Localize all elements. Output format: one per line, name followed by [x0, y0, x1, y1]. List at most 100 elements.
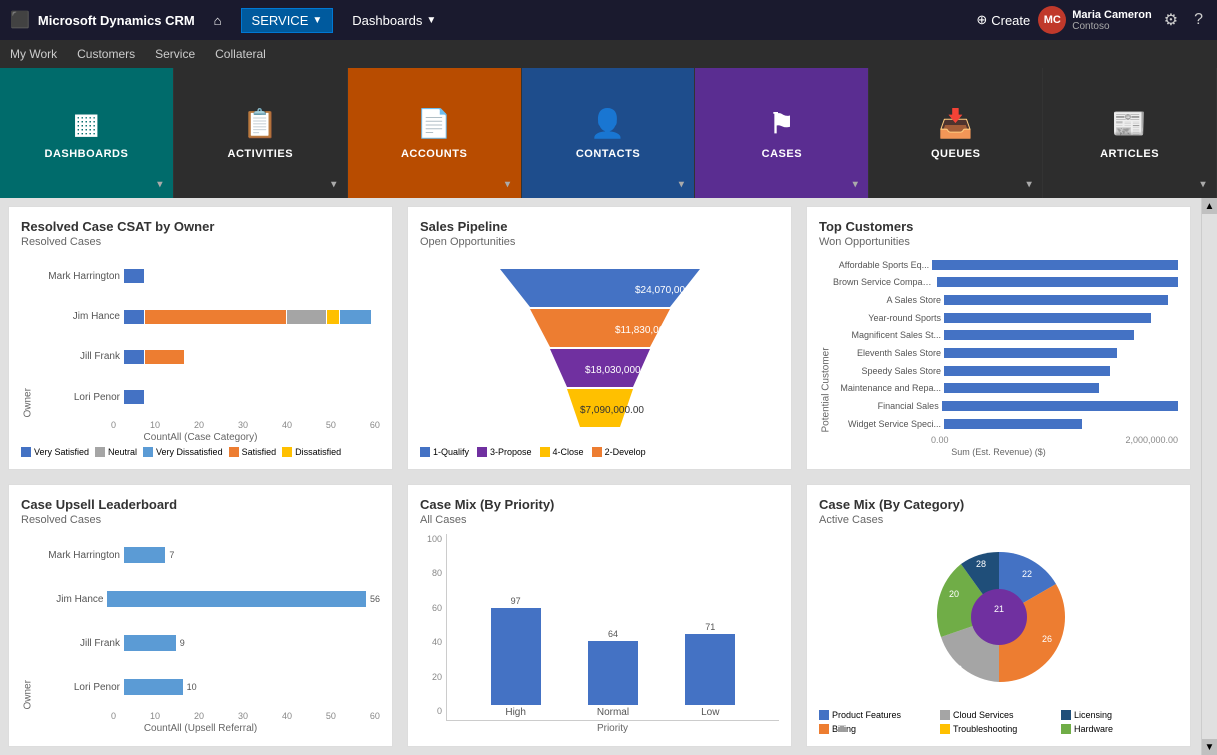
- queues-tile-label: QUEUES: [931, 148, 980, 160]
- scroll-up-button[interactable]: ▲: [1202, 198, 1217, 214]
- chart4-subtitle: Resolved Cases: [21, 514, 380, 526]
- bar-normal: [588, 641, 638, 705]
- chart3-subtitle: Won Opportunities: [819, 236, 1178, 248]
- help-icon[interactable]: ?: [1190, 11, 1207, 29]
- cases-tile-label: CASES: [762, 148, 802, 160]
- svg-text:21: 21: [993, 604, 1003, 614]
- service-nav-button[interactable]: SERVICE ▼: [241, 8, 334, 33]
- chart1-xlabel: CountAll (Case Category): [21, 432, 380, 443]
- tile-contacts[interactable]: 👤 CONTACTS ▾: [522, 68, 696, 198]
- chart1-row-jim: Jim Hance: [35, 310, 380, 324]
- chart1-ylabel: Owner: [21, 256, 35, 418]
- bar-low: [685, 634, 735, 705]
- chart2-title: Sales Pipeline: [420, 219, 779, 234]
- svg-text:22: 22: [1021, 569, 1031, 579]
- dashboards-tile-label: DASHBOARDS: [45, 148, 129, 160]
- accounts-tile-icon: 📄: [416, 107, 451, 140]
- subnav-mywork[interactable]: My Work: [10, 47, 57, 61]
- chart3-xaxis: 0.002,000,000.00: [931, 435, 1178, 445]
- articles-tile-label: ARTICLES: [1100, 148, 1159, 160]
- activities-arrow-icon: ▾: [331, 179, 337, 190]
- chart1-row-mark: Mark Harrington: [35, 269, 380, 283]
- chart3-xlabel: Sum (Est. Revenue) ($): [819, 447, 1178, 457]
- chart1-xaxis: 0102030405060: [111, 420, 380, 430]
- dashboards-nav-button[interactable]: Dashboards ▼: [341, 8, 447, 33]
- chart4-xlabel: CountAll (Upsell Referral): [21, 723, 380, 734]
- dashboards-arrow-icon: ▾: [157, 179, 163, 190]
- articles-tile-icon: 📰: [1112, 107, 1147, 140]
- scroll-track: [1202, 214, 1217, 739]
- chart5-xlabel: Priority: [446, 723, 779, 734]
- chart-upsell-leaderboard: Case Upsell Leaderboard Resolved Cases O…: [8, 484, 393, 748]
- chart2-legend: 1-Qualify 3-Propose 4-Close 2-Develop: [420, 447, 779, 457]
- tile-dashboards[interactable]: ▦ DASHBOARDS ▾: [0, 68, 174, 198]
- tile-navigation: ▦ DASHBOARDS ▾ 📋 ACTIVITIES ▾ 📄 ACCOUNTS…: [0, 68, 1217, 198]
- pie-svg: 22 26 33 20 28 21: [919, 542, 1079, 697]
- avatar: MC: [1038, 6, 1066, 34]
- create-button[interactable]: ⊕ Create: [976, 12, 1030, 28]
- cases-arrow-icon: ▾: [853, 179, 859, 190]
- chart4-title: Case Upsell Leaderboard: [21, 497, 380, 512]
- articles-arrow-icon: ▾: [1200, 179, 1206, 190]
- bar-high: [491, 608, 541, 705]
- svg-text:$11,830,000.00: $11,830,000.00: [615, 325, 684, 336]
- tile-articles[interactable]: 📰 ARTICLES ▾: [1043, 68, 1217, 198]
- chart-case-mix-category: Case Mix (By Category) Active Cases 22 2…: [806, 484, 1191, 748]
- user-company: Contoso: [1072, 21, 1151, 32]
- cases-tile-icon: ⚑: [769, 107, 795, 140]
- queues-arrow-icon: ▾: [1027, 179, 1033, 190]
- svg-text:$18,030,000.00: $18,030,000.00: [585, 365, 655, 376]
- queues-tile-icon: 📥: [938, 107, 973, 140]
- accounts-tile-label: ACCOUNTS: [401, 148, 467, 160]
- bar-seg: [124, 269, 144, 283]
- service-caret-icon: ▼: [312, 15, 322, 26]
- chart5-title: Case Mix (By Priority): [420, 497, 779, 512]
- chart3-ylabel: Potential Customer: [819, 256, 833, 433]
- svg-text:20: 20: [948, 589, 958, 599]
- settings-icon[interactable]: ⚙: [1160, 10, 1182, 30]
- app-brand: Microsoft Dynamics CRM: [38, 13, 195, 28]
- user-menu[interactable]: MC Maria Cameron Contoso: [1038, 6, 1151, 34]
- chart1-title: Resolved Case CSAT by Owner: [21, 219, 380, 234]
- chart5-subtitle: All Cases: [420, 514, 779, 526]
- chart4-xaxis: 0102030405060: [111, 711, 380, 721]
- chart3-title: Top Customers: [819, 219, 1178, 234]
- svg-text:26: 26: [1041, 634, 1051, 644]
- funnel-svg: $24,070,000.00 $11,830,000.00 $18,030,00…: [485, 269, 715, 429]
- activities-tile-label: ACTIVITIES: [228, 148, 294, 160]
- tile-queues[interactable]: 📥 QUEUES ▾: [869, 68, 1043, 198]
- dashboards-caret-icon: ▼: [426, 15, 436, 26]
- accounts-arrow-icon: ▾: [505, 179, 511, 190]
- svg-text:$24,070,000.00: $24,070,000.00: [635, 285, 705, 296]
- chart5-ylabel: CountAll (Case Title): [428, 534, 438, 748]
- chart-top-customers: Top Customers Won Opportunities Potentia…: [806, 206, 1191, 470]
- chart1-row-lori: Lori Penor: [35, 390, 380, 404]
- svg-text:$7,090,000.00: $7,090,000.00: [580, 405, 644, 416]
- tile-accounts[interactable]: 📄 ACCOUNTS ▾: [348, 68, 522, 198]
- dashboards-tile-icon: ▦: [73, 107, 100, 140]
- top-navigation: ⬛ Microsoft Dynamics CRM ⌂ SERVICE ▼ Das…: [0, 0, 1217, 40]
- svg-text:33: 33: [951, 664, 961, 674]
- contacts-tile-label: CONTACTS: [576, 148, 640, 160]
- tile-cases[interactable]: ⚑ CASES ▾: [695, 68, 869, 198]
- create-plus-icon: ⊕: [976, 12, 987, 28]
- home-button[interactable]: ⌂: [203, 8, 233, 33]
- scroll-down-button[interactable]: ▼: [1202, 739, 1217, 755]
- subnav-service[interactable]: Service: [155, 47, 195, 61]
- contacts-arrow-icon: ▾: [679, 179, 685, 190]
- ms-logo-icon: ⬛: [10, 10, 30, 30]
- tile-activities[interactable]: 📋 ACTIVITIES ▾: [174, 68, 348, 198]
- chart1-legend: Very Satisfied Neutral Very Dissatisfied…: [21, 447, 380, 457]
- chart-csat-by-owner: Resolved Case CSAT by Owner Resolved Cas…: [8, 206, 393, 470]
- chart1-subtitle: Resolved Cases: [21, 236, 380, 248]
- activities-tile-icon: 📋: [243, 107, 278, 140]
- chart6-title: Case Mix (By Category): [819, 497, 1178, 512]
- chart-case-mix-priority: Case Mix (By Priority) All Cases 1008060…: [407, 484, 792, 748]
- chart2-subtitle: Open Opportunities: [420, 236, 779, 248]
- subnav-customers[interactable]: Customers: [77, 47, 135, 61]
- contacts-tile-icon: 👤: [590, 107, 625, 140]
- subnav-collateral[interactable]: Collateral: [215, 47, 266, 61]
- chart4-ylabel: Owner: [21, 534, 35, 710]
- chart6-legend: Product Features Cloud Services Licensin…: [819, 710, 1178, 734]
- chart-sales-pipeline: Sales Pipeline Open Opportunities $24,07…: [407, 206, 792, 470]
